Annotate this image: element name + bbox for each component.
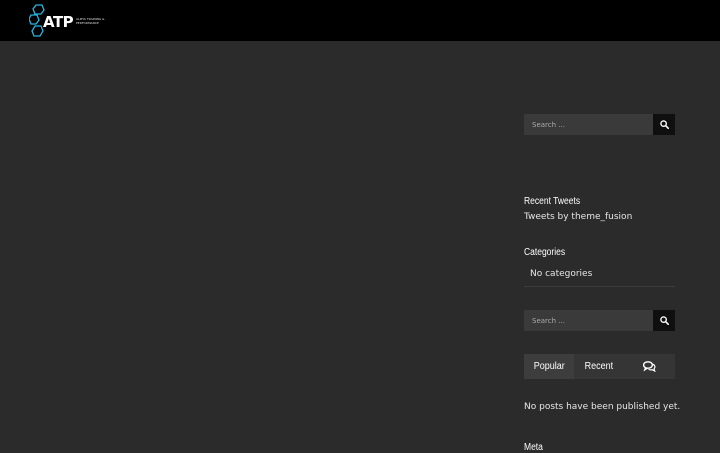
search-icon <box>659 316 669 325</box>
search-input[interactable] <box>524 114 653 135</box>
recent-tweets-title: Recent Tweets <box>524 196 581 207</box>
search-button[interactable] <box>653 310 675 331</box>
category-item-label: No categories <box>530 269 593 279</box>
categories-title: Categories <box>524 247 566 258</box>
tab-popular-label: Popular <box>533 361 565 372</box>
comments-icon <box>643 361 656 372</box>
search-button[interactable] <box>653 114 675 135</box>
category-item: No categories <box>524 263 675 287</box>
logo-text: ATP <box>43 13 74 31</box>
top-header: ATP ALPHA TRAINING & PERFORMANCE <box>0 0 720 41</box>
tab-comments[interactable] <box>624 354 675 379</box>
search-form-bottom <box>524 310 675 331</box>
no-posts-message: No posts have been published yet. <box>524 402 681 412</box>
tab-popular[interactable]: Popular <box>524 354 574 379</box>
site-logo[interactable]: ATP ALPHA TRAINING & PERFORMANCE <box>29 4 109 38</box>
search-input[interactable] <box>524 310 653 331</box>
logo-tagline-line-2: PERFORMANCE <box>76 20 99 25</box>
search-form-top <box>524 114 675 135</box>
posts-tabs: Popular Recent <box>524 354 675 379</box>
meta-title: Meta <box>524 442 543 453</box>
tab-recent-label: Recent <box>584 361 614 372</box>
search-icon <box>659 120 669 129</box>
logo-tagline: ALPHA TRAINING & PERFORMANCE <box>76 17 105 25</box>
recent-tweets-link[interactable]: Tweets by theme_fusion <box>524 212 632 222</box>
tab-recent[interactable]: Recent <box>574 354 624 379</box>
